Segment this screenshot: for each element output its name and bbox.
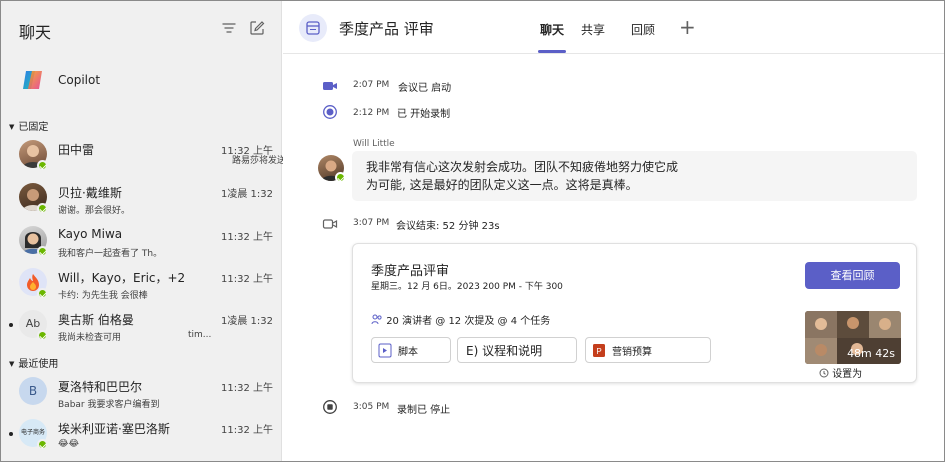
chat-name: 田中雷 [58, 143, 95, 157]
video-file-icon [378, 343, 392, 358]
chat-item-recent-2[interactable]: 电子商务 埃米利亚诺·塞巴洛斯 11:32 上午 😂😂 [1, 415, 282, 457]
presence-available-icon [37, 288, 48, 299]
sidebar-title: 聊天 [19, 23, 52, 42]
chat-preview: Babar 我要求客户编看到 [58, 400, 160, 410]
section-recent[interactable]: ▼ 最近使用 [9, 355, 58, 370]
file-chip-script[interactable]: 脚本 [371, 337, 451, 363]
recap-stats: 20 演讲者 @ 12 次提及 @ 4 个任务 [371, 312, 550, 327]
chat-preview: 我尚未检查可用 [58, 333, 122, 343]
message-line-1: 我非常有信心这次发射会成功。团队不知疲倦地努力使它成 [366, 160, 679, 174]
copilot-item[interactable]: Copilot [1, 61, 282, 101]
presence-available-icon [37, 330, 48, 341]
chat-time: 11:32 上午 [221, 232, 273, 243]
chat-preview-extra: tim... [188, 330, 212, 340]
chat-preview: 谢谢。那会很好。 [58, 206, 131, 216]
presence-available-icon [37, 246, 48, 257]
meeting-chat-pane: 季度产品 评审 聊天 共享 回顾 + 2:07 PM 会议已 启动 2:12 P… [283, 1, 944, 461]
chat-preview: 卡约: 为先生我 会很棒 [58, 291, 148, 301]
tab-shared[interactable]: 共享 [581, 21, 605, 38]
meeting-title: 季度产品 评审 [339, 20, 434, 38]
unread-dot [9, 432, 13, 436]
recording-duration: 48m 42s [847, 347, 895, 360]
chat-preview: 我和客户一起查看了 Th。 [58, 249, 163, 259]
event-meeting-ended: 3:07 PM 会议结束: 52 分钟 23s [283, 216, 944, 236]
recap-title: 季度产品评审 [371, 264, 450, 279]
svg-text:P: P [596, 347, 601, 356]
chat-time: 1凌晨 1:32 [221, 316, 273, 327]
avatar: B [19, 377, 47, 405]
chat-item-pinned-3[interactable]: Kayo Miwa 11:32 上午 我和客户一起查看了 Th。 [1, 222, 282, 264]
video-icon [323, 82, 337, 90]
calendar-icon [306, 21, 320, 35]
message-sender: Will Little [353, 139, 395, 149]
presence-available-icon [37, 160, 48, 171]
stop-icon [323, 400, 337, 414]
new-chat-icon[interactable] [248, 19, 266, 37]
chat-sidebar: 聊天 Copilot ▼ 已固定 田中雷 11:32 上午 路易莎将发送的初始列… [1, 1, 331, 461]
active-tab-indicator [538, 50, 566, 53]
recap-datetime: 星期三。12 月 6日。2023 200 PM - 下午 300 [371, 282, 563, 292]
chat-item-pinned-1[interactable]: 田中雷 11:32 上午 路易莎将发送的初始列表 [1, 136, 331, 178]
event-recording-started: 2:12 PM 已 开始录制 [283, 104, 944, 124]
caret-down-icon: ▼ [9, 123, 15, 131]
chat-item-pinned-2[interactable]: 贝拉·戴维斯 1凌晨 1:32 谢谢。那会很好。 [1, 179, 282, 221]
copilot-label: Copilot [58, 73, 101, 87]
presence-available-icon [335, 172, 346, 183]
chat-name: 奥古斯 伯格曼 [58, 313, 134, 327]
chat-time: 11:32 上午 [221, 383, 273, 394]
presence-available-icon [37, 439, 48, 450]
chat-time: 11:32 上午 [221, 425, 273, 436]
chat-name: 埃米利亚诺·塞巴洛斯 [58, 422, 170, 436]
teams-window: 聊天 Copilot ▼ 已固定 田中雷 11:32 上午 路易莎将发送的初始列… [0, 0, 945, 462]
sidebar-header: 聊天 [1, 1, 282, 57]
chat-item-pinned-5[interactable]: Ab 奥古斯 伯格曼 1凌晨 1:32 我尚未检查可用 tim... [1, 306, 282, 348]
chat-name: Will，Kayo，Eric，+2 [58, 271, 186, 285]
meeting-avatar [299, 14, 327, 42]
unread-dot [9, 323, 13, 327]
chat-time: 11:32 上午 [221, 274, 273, 285]
filter-icon[interactable] [220, 19, 238, 37]
record-icon [323, 105, 337, 119]
recording-caption: 设置为 [819, 365, 862, 380]
video-outline-icon [322, 219, 338, 229]
file-chip-budget[interactable]: P 营销预算 [585, 337, 711, 363]
chat-time: 1凌晨 1:32 [221, 189, 273, 200]
file-chip-agenda[interactable]: E) 议程和说明 [457, 337, 577, 363]
section-pinned[interactable]: ▼ 已固定 [9, 118, 48, 133]
event-meeting-started: 2:07 PM 会议已 启动 [283, 78, 944, 98]
recording-thumbnail[interactable]: 48m 42s [805, 311, 901, 364]
chat-item-pinned-4[interactable]: Will，Kayo，Eric，+2 11:32 上午 卡约: 为先生我 会很棒 [1, 264, 282, 306]
tab-recap[interactable]: 回顾 [631, 21, 655, 38]
copilot-icon [23, 71, 42, 89]
chat-name: 贝拉·戴维斯 [58, 186, 122, 200]
message-bubble[interactable]: 我非常有信心这次发射会成功。团队不知疲倦地努力使它成 为可能, 这是最好的团队定… [352, 151, 917, 201]
meeting-header: 季度产品 评审 聊天 共享 回顾 + [283, 1, 944, 54]
chat-preview: 😂😂 [58, 439, 80, 449]
people-icon [371, 314, 382, 325]
chat-name: 夏洛特和巴巴尔 [58, 380, 143, 394]
presence-available-icon [37, 203, 48, 214]
meeting-recap-card: 季度产品评审 星期三。12 月 6日。2023 200 PM - 下午 300 … [352, 243, 917, 383]
event-recording-stopped: 3:05 PM 录制已 停止 [283, 399, 944, 419]
caret-down-icon: ▼ [9, 360, 15, 368]
message-line-2: 为可能, 这是最好的团队定义这一点。这将是真棒。 [366, 178, 638, 192]
chat-name: Kayo Miwa [58, 227, 123, 241]
view-recap-button[interactable]: 查看回顾 [805, 262, 900, 289]
chat-item-recent-1[interactable]: B 夏洛特和巴巴尔 11:32 上午 Babar 我要求客户编看到 [1, 373, 282, 415]
tab-chat[interactable]: 聊天 [540, 21, 564, 38]
plus-icon[interactable]: + [679, 15, 696, 39]
powerpoint-icon: P [593, 344, 605, 357]
clock-icon [819, 368, 829, 378]
